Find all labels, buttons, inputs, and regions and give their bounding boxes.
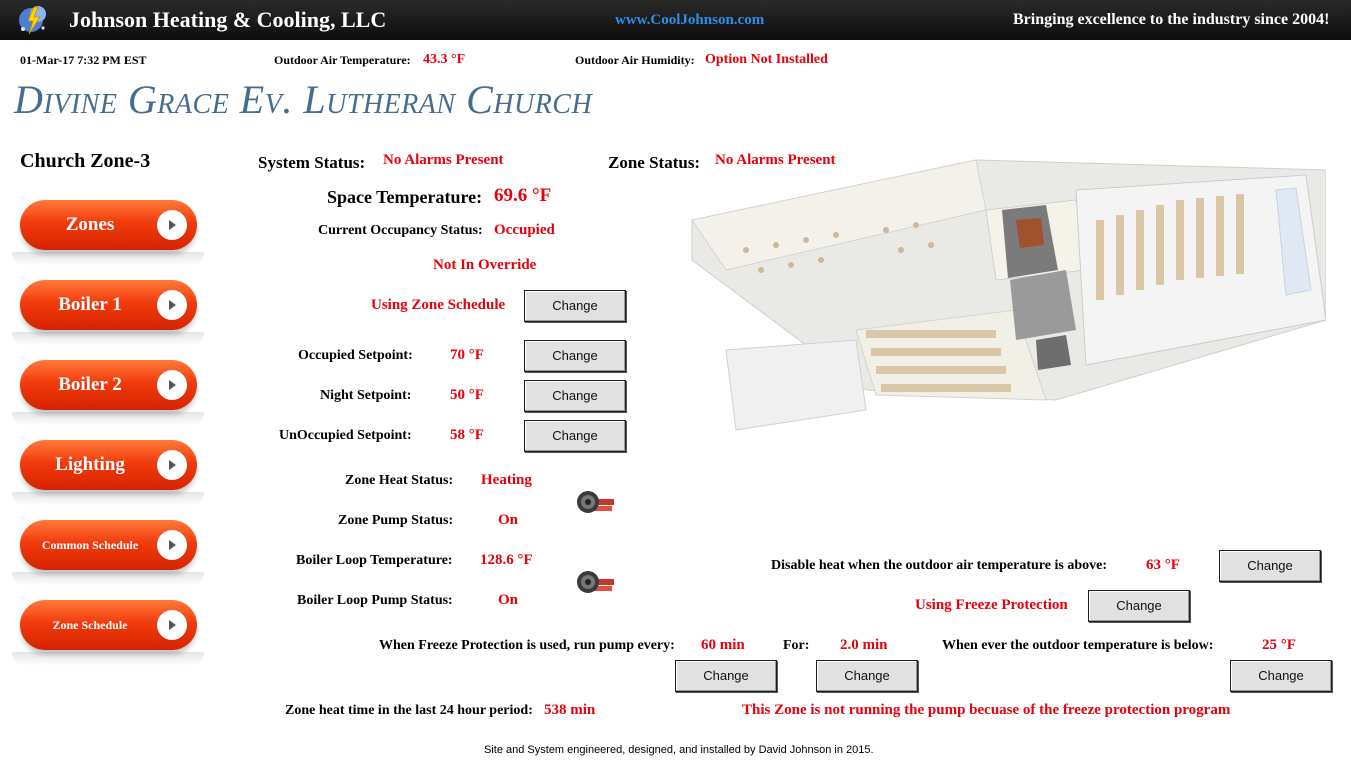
freeze-message: This Zone is not running the pump becuas…	[742, 702, 1231, 718]
boiler-loop-temp-value: 128.6 °F	[480, 552, 533, 568]
override-status: Not In Override	[433, 257, 537, 273]
lighting-button-label: Lighting	[55, 454, 125, 475]
chevron-right-icon	[157, 370, 187, 400]
space-temp-label: Space Temperature:	[327, 187, 483, 207]
boiler-loop-pump-label: Boiler Loop Pump Status:	[297, 593, 453, 608]
boiler-2-button-label: Boiler 2	[58, 374, 122, 395]
freeze-run-value: 60 min	[701, 637, 745, 653]
schedule-change-button[interactable]: Change	[524, 290, 626, 322]
zone-schedule-button[interactable]: Zone Schedule	[20, 600, 197, 650]
boiler-1-button-label: Boiler 1	[58, 294, 122, 315]
unoccupied-setpoint-value: 58 °F	[450, 427, 484, 443]
outdoor-temp-value: 43.3 °F	[423, 52, 466, 67]
system-status-value: No Alarms Present	[383, 152, 504, 168]
system-status-label: System Status:	[258, 153, 366, 172]
occupancy-value: Occupied	[494, 222, 555, 238]
occupied-setpoint-change-button[interactable]: Change	[524, 340, 626, 372]
chevron-right-icon	[157, 450, 187, 480]
website-link[interactable]: www.CoolJohnson.com	[615, 12, 764, 29]
heat-time-value: 538 min	[544, 702, 596, 718]
heat-time-label: Zone heat time in the last 24 hour perio…	[285, 703, 533, 718]
common-schedule-button-label: Common Schedule	[41, 538, 139, 552]
outdoor-humidity-value: Option Not Installed	[705, 52, 828, 67]
night-setpoint-change-button[interactable]: Change	[524, 380, 626, 412]
occupancy-label: Current Occupancy Status:	[318, 223, 483, 238]
common-schedule-button[interactable]: Common Schedule	[20, 520, 197, 570]
button-reflection	[12, 412, 204, 426]
boiler-1-button[interactable]: Boiler 1	[20, 280, 197, 330]
freeze-run-change-button[interactable]: Change	[675, 660, 777, 692]
footer-credit: Site and System engineered, designed, an…	[484, 744, 874, 756]
boiler-2-button[interactable]: Boiler 2	[20, 360, 197, 410]
zone-heat-status-label: Zone Heat Status:	[345, 473, 454, 488]
company-name: Johnson Heating & Cooling, LLC	[69, 7, 387, 32]
unoccupied-setpoint-label: UnOccupied Setpoint:	[279, 428, 412, 443]
zones-button-label: Zones	[65, 214, 115, 235]
disable-heat-label: Disable heat when the outdoor air temper…	[771, 558, 1107, 573]
logo-icon	[19, 6, 46, 35]
floorplan-image	[691, 159, 1326, 431]
freeze-for-value: 2.0 min	[840, 637, 888, 653]
freeze-for-change-button[interactable]: Change	[816, 660, 918, 692]
button-reflection	[12, 652, 204, 666]
disable-heat-change-button[interactable]: Change	[1219, 550, 1321, 582]
schedule-mode: Using Zone Schedule	[371, 297, 506, 313]
church-name: Divine Grace Ev. Lutheran Church	[14, 77, 593, 122]
button-reflection	[12, 492, 204, 506]
chevron-right-icon	[157, 290, 187, 320]
button-reflection	[12, 572, 204, 586]
night-setpoint-label: Night Setpoint:	[320, 388, 412, 403]
zones-button[interactable]: Zones	[20, 200, 197, 250]
outdoor-humidity-label: Outdoor Air Humidity:	[575, 53, 695, 67]
boiler-loop-pump-value: On	[498, 592, 519, 608]
freeze-below-change-button[interactable]: Change	[1230, 660, 1332, 692]
occupied-setpoint-value: 70 °F	[450, 347, 484, 363]
unoccupied-setpoint-change-button[interactable]: Change	[524, 420, 626, 452]
freeze-protection-status: Using Freeze Protection	[915, 597, 1068, 613]
occupied-setpoint-label: Occupied Setpoint:	[298, 348, 413, 363]
space-temp-value: 69.6 °F	[494, 185, 552, 206]
header-bar: Johnson Heating & Cooling, LLC www.CoolJ…	[0, 0, 1351, 40]
freeze-protection-change-button[interactable]: Change	[1088, 590, 1190, 622]
zone-schedule-button-label: Zone Schedule	[52, 618, 128, 632]
zone-title: Church Zone-3	[20, 150, 151, 172]
freeze-for-label: For:	[783, 638, 810, 653]
boiler-loop-temp-label: Boiler Loop Temperature:	[296, 553, 453, 568]
pump-icon	[577, 571, 614, 593]
zone-heat-status-value: Heating	[481, 472, 532, 488]
freeze-below-label: When ever the outdoor temperature is bel…	[942, 638, 1214, 653]
pump-icon	[577, 491, 614, 513]
datetime: 01-Mar-17 7:32 PM EST	[20, 53, 147, 67]
button-reflection	[12, 332, 204, 346]
chevron-right-icon	[157, 210, 187, 240]
zone-pump-status-value: On	[498, 512, 519, 528]
chevron-right-icon	[157, 530, 187, 560]
disable-heat-value: 63 °F	[1146, 557, 1180, 573]
button-reflection	[12, 252, 204, 266]
night-setpoint-value: 50 °F	[450, 387, 484, 403]
tagline: Bringing excellence to the industry sinc…	[1013, 11, 1330, 28]
outdoor-temp-label: Outdoor Air Temperature:	[274, 53, 411, 67]
freeze-run-label: When Freeze Protection is used, run pump…	[379, 638, 675, 653]
lighting-button[interactable]: Lighting	[20, 440, 197, 490]
freeze-below-value: 25 °F	[1262, 637, 1296, 653]
chevron-right-icon	[157, 610, 187, 640]
zone-pump-status-label: Zone Pump Status:	[338, 513, 454, 528]
